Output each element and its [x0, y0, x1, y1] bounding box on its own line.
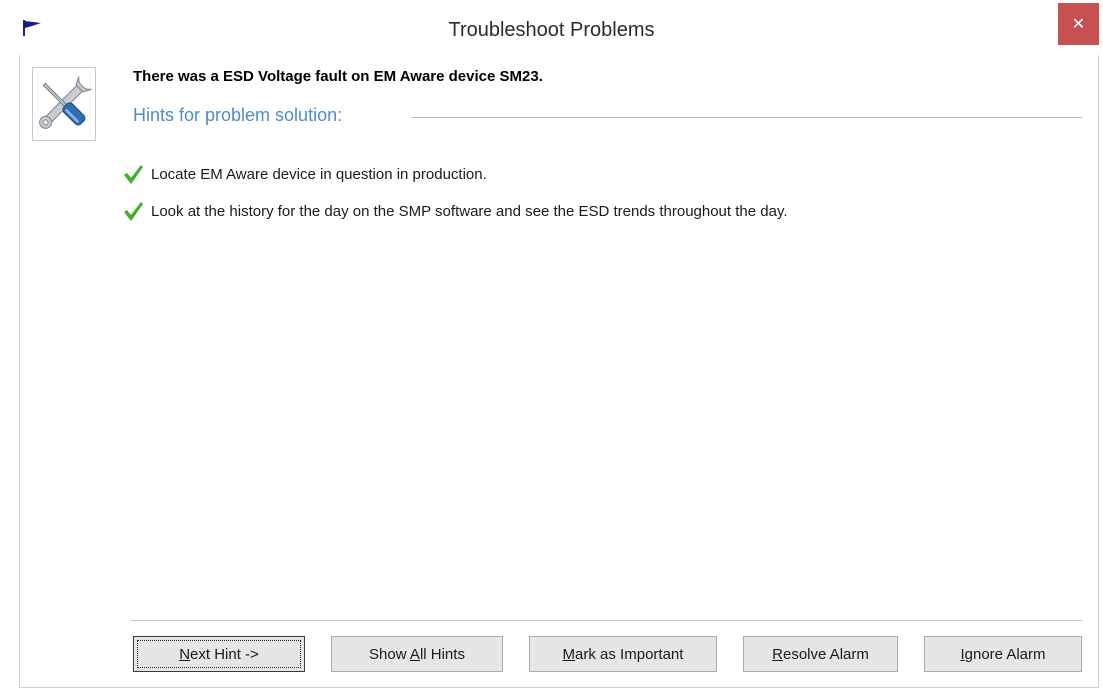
mark-as-important-button[interactable]: Mark as Important: [529, 636, 717, 672]
hint-text: Look at the history for the day on the S…: [151, 202, 788, 220]
show-all-hints-button[interactable]: Show All Hints: [331, 636, 503, 672]
hints-divider: [412, 117, 1082, 118]
ignore-alarm-button[interactable]: Ignore Alarm: [924, 636, 1082, 672]
hint-item: Look at the history for the day on the S…: [122, 199, 788, 223]
hint-item: Locate EM Aware device in question in pr…: [122, 162, 487, 186]
hints-header: Hints for problem solution:: [133, 105, 343, 125]
button-label: Show All Hints: [369, 645, 465, 663]
checkmark-icon: [124, 202, 143, 221]
tools-icon: [32, 67, 96, 141]
dialog-body: [19, 55, 1099, 688]
button-bar-divider: [130, 620, 1082, 621]
resolve-alarm-button[interactable]: Resolve Alarm: [743, 636, 898, 672]
window-title: Troubleshoot Problems: [448, 19, 655, 41]
button-label: Resolve Alarm: [772, 645, 869, 663]
troubleshoot-dialog: Troubleshoot Problems ✕ There was a ESD …: [0, 0, 1103, 690]
next-hint-button[interactable]: Next Hint ->: [133, 636, 305, 672]
button-label: Mark as Important: [562, 645, 684, 663]
checkmark-icon: [124, 165, 143, 184]
close-button[interactable]: ✕: [1058, 3, 1099, 45]
close-icon: ✕: [1071, 16, 1086, 33]
title-bar[interactable]: Troubleshoot Problems ✕: [0, 0, 1103, 54]
button-label: Next Hint ->: [179, 645, 259, 663]
button-label: Ignore Alarm: [960, 645, 1046, 663]
hint-text: Locate EM Aware device in question in pr…: [151, 165, 487, 183]
problem-headline: There was a ESD Voltage fault on EM Awar…: [133, 68, 543, 85]
